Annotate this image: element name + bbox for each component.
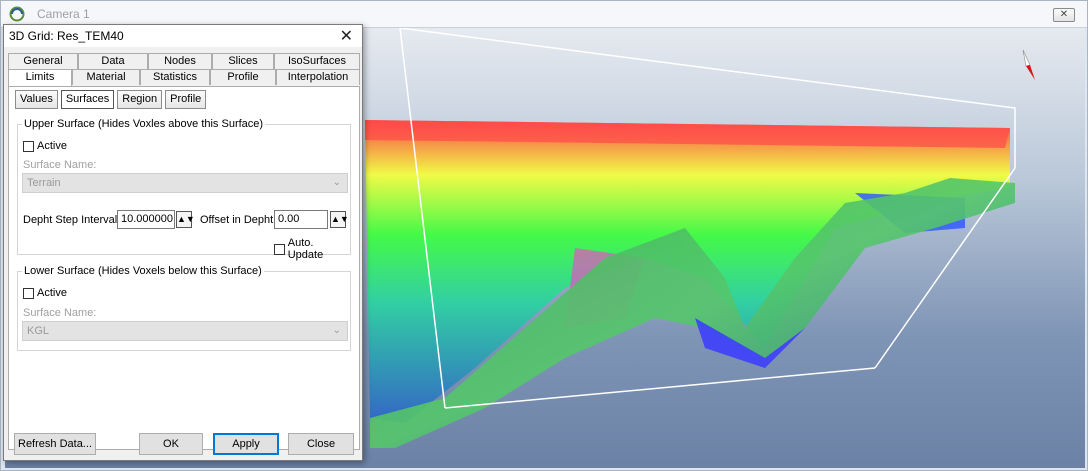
dialog-titlebar: 3D Grid: Res_TEM40 ✕ bbox=[4, 25, 362, 47]
dialog-close-icon[interactable]: ✕ bbox=[340, 26, 353, 46]
lower-active-checkbox[interactable]: Active bbox=[23, 287, 67, 299]
close-icon: ✕ bbox=[1059, 9, 1069, 20]
tab-interpolation[interactable]: Interpolation bbox=[276, 69, 360, 85]
tab-statistics[interactable]: Statistics bbox=[140, 69, 210, 85]
app-icon bbox=[9, 6, 25, 22]
tab-row-2: Limits Material Statistics Profile Inter… bbox=[8, 69, 360, 86]
lower-surface-legend: Lower Surface (Hides Voxels below this S… bbox=[22, 265, 264, 277]
upper-active-label: Active bbox=[37, 140, 67, 152]
subtab-profile[interactable]: Profile bbox=[165, 90, 207, 109]
tab-slices[interactable]: Slices bbox=[212, 53, 274, 69]
offset-depth-input[interactable]: 0.00 bbox=[274, 210, 328, 229]
upper-active-checkbox[interactable]: Active bbox=[23, 140, 67, 152]
tab-row-1: General Data Nodes Slices IsoSurfaces bbox=[8, 53, 360, 69]
north-arrow-icon bbox=[1022, 49, 1035, 80]
depth-step-spinner[interactable]: ▲▼ bbox=[176, 211, 195, 228]
checkbox-box bbox=[23, 287, 34, 299]
dialog-title: 3D Grid: Res_TEM40 bbox=[9, 29, 124, 43]
subtab-region[interactable]: Region bbox=[117, 90, 163, 109]
grid-properties-dialog: 3D Grid: Res_TEM40 ✕ General Data Nodes … bbox=[3, 24, 363, 461]
chevron-down-icon: ⌄ bbox=[332, 325, 341, 336]
checkbox-box bbox=[274, 243, 285, 255]
chevron-down-icon: ⌄ bbox=[332, 177, 341, 188]
camera-title: Camera 1 bbox=[37, 7, 90, 21]
lower-surface-name-label: Surface Name: bbox=[23, 307, 97, 319]
lower-surface-select[interactable]: KGL ⌄ bbox=[22, 321, 348, 341]
tab-material[interactable]: Material bbox=[72, 69, 140, 85]
offset-depth-label: Offset in Depht bbox=[200, 214, 274, 226]
tab-limits[interactable]: Limits bbox=[8, 69, 72, 86]
tab-profile[interactable]: Profile bbox=[210, 69, 276, 85]
ok-button[interactable]: OK bbox=[139, 433, 203, 455]
limits-tab-panel: Values Surfaces Region Profile Upper Sur… bbox=[8, 86, 360, 450]
spin-arrows-icon: ▲▼ bbox=[177, 214, 195, 224]
refresh-data-button[interactable]: Refresh Data... bbox=[14, 433, 96, 455]
tab-data[interactable]: Data bbox=[78, 53, 148, 69]
upper-surface-group: Upper Surface (Hides Voxles above this S… bbox=[17, 118, 351, 261]
lower-active-label: Active bbox=[37, 287, 67, 299]
depth-step-input[interactable]: 10.000000 bbox=[117, 210, 175, 229]
upper-surface-name-label: Surface Name: bbox=[23, 159, 97, 171]
upper-surface-value: Terrain bbox=[27, 177, 61, 189]
tab-general[interactable]: General bbox=[8, 53, 78, 69]
spin-arrows-icon: ▲▼ bbox=[331, 214, 349, 224]
close-button[interactable]: Close bbox=[288, 433, 354, 455]
apply-button[interactable]: Apply bbox=[213, 433, 279, 455]
tab-isosurfaces[interactable]: IsoSurfaces bbox=[274, 53, 360, 69]
subtab-values[interactable]: Values bbox=[15, 90, 58, 109]
subtab-bar: Values Surfaces Region Profile bbox=[15, 90, 207, 109]
auto-update-checkbox[interactable]: Auto. Update bbox=[274, 237, 350, 261]
upper-surface-select[interactable]: Terrain ⌄ bbox=[22, 173, 348, 193]
auto-update-label: Auto. Update bbox=[287, 237, 324, 261]
offset-depth-spinner[interactable]: ▲▼ bbox=[330, 211, 349, 228]
subtab-surfaces[interactable]: Surfaces bbox=[60, 90, 115, 109]
lower-surface-group: Lower Surface (Hides Voxels below this S… bbox=[17, 265, 351, 351]
upper-surface-legend: Upper Surface (Hides Voxles above this S… bbox=[22, 118, 266, 130]
depth-step-label: Depht Step Interval bbox=[23, 214, 118, 226]
camera-close-button[interactable]: ✕ bbox=[1053, 8, 1075, 22]
lower-surface-value: KGL bbox=[27, 325, 50, 337]
tab-nodes[interactable]: Nodes bbox=[148, 53, 212, 69]
checkbox-box bbox=[23, 140, 34, 152]
